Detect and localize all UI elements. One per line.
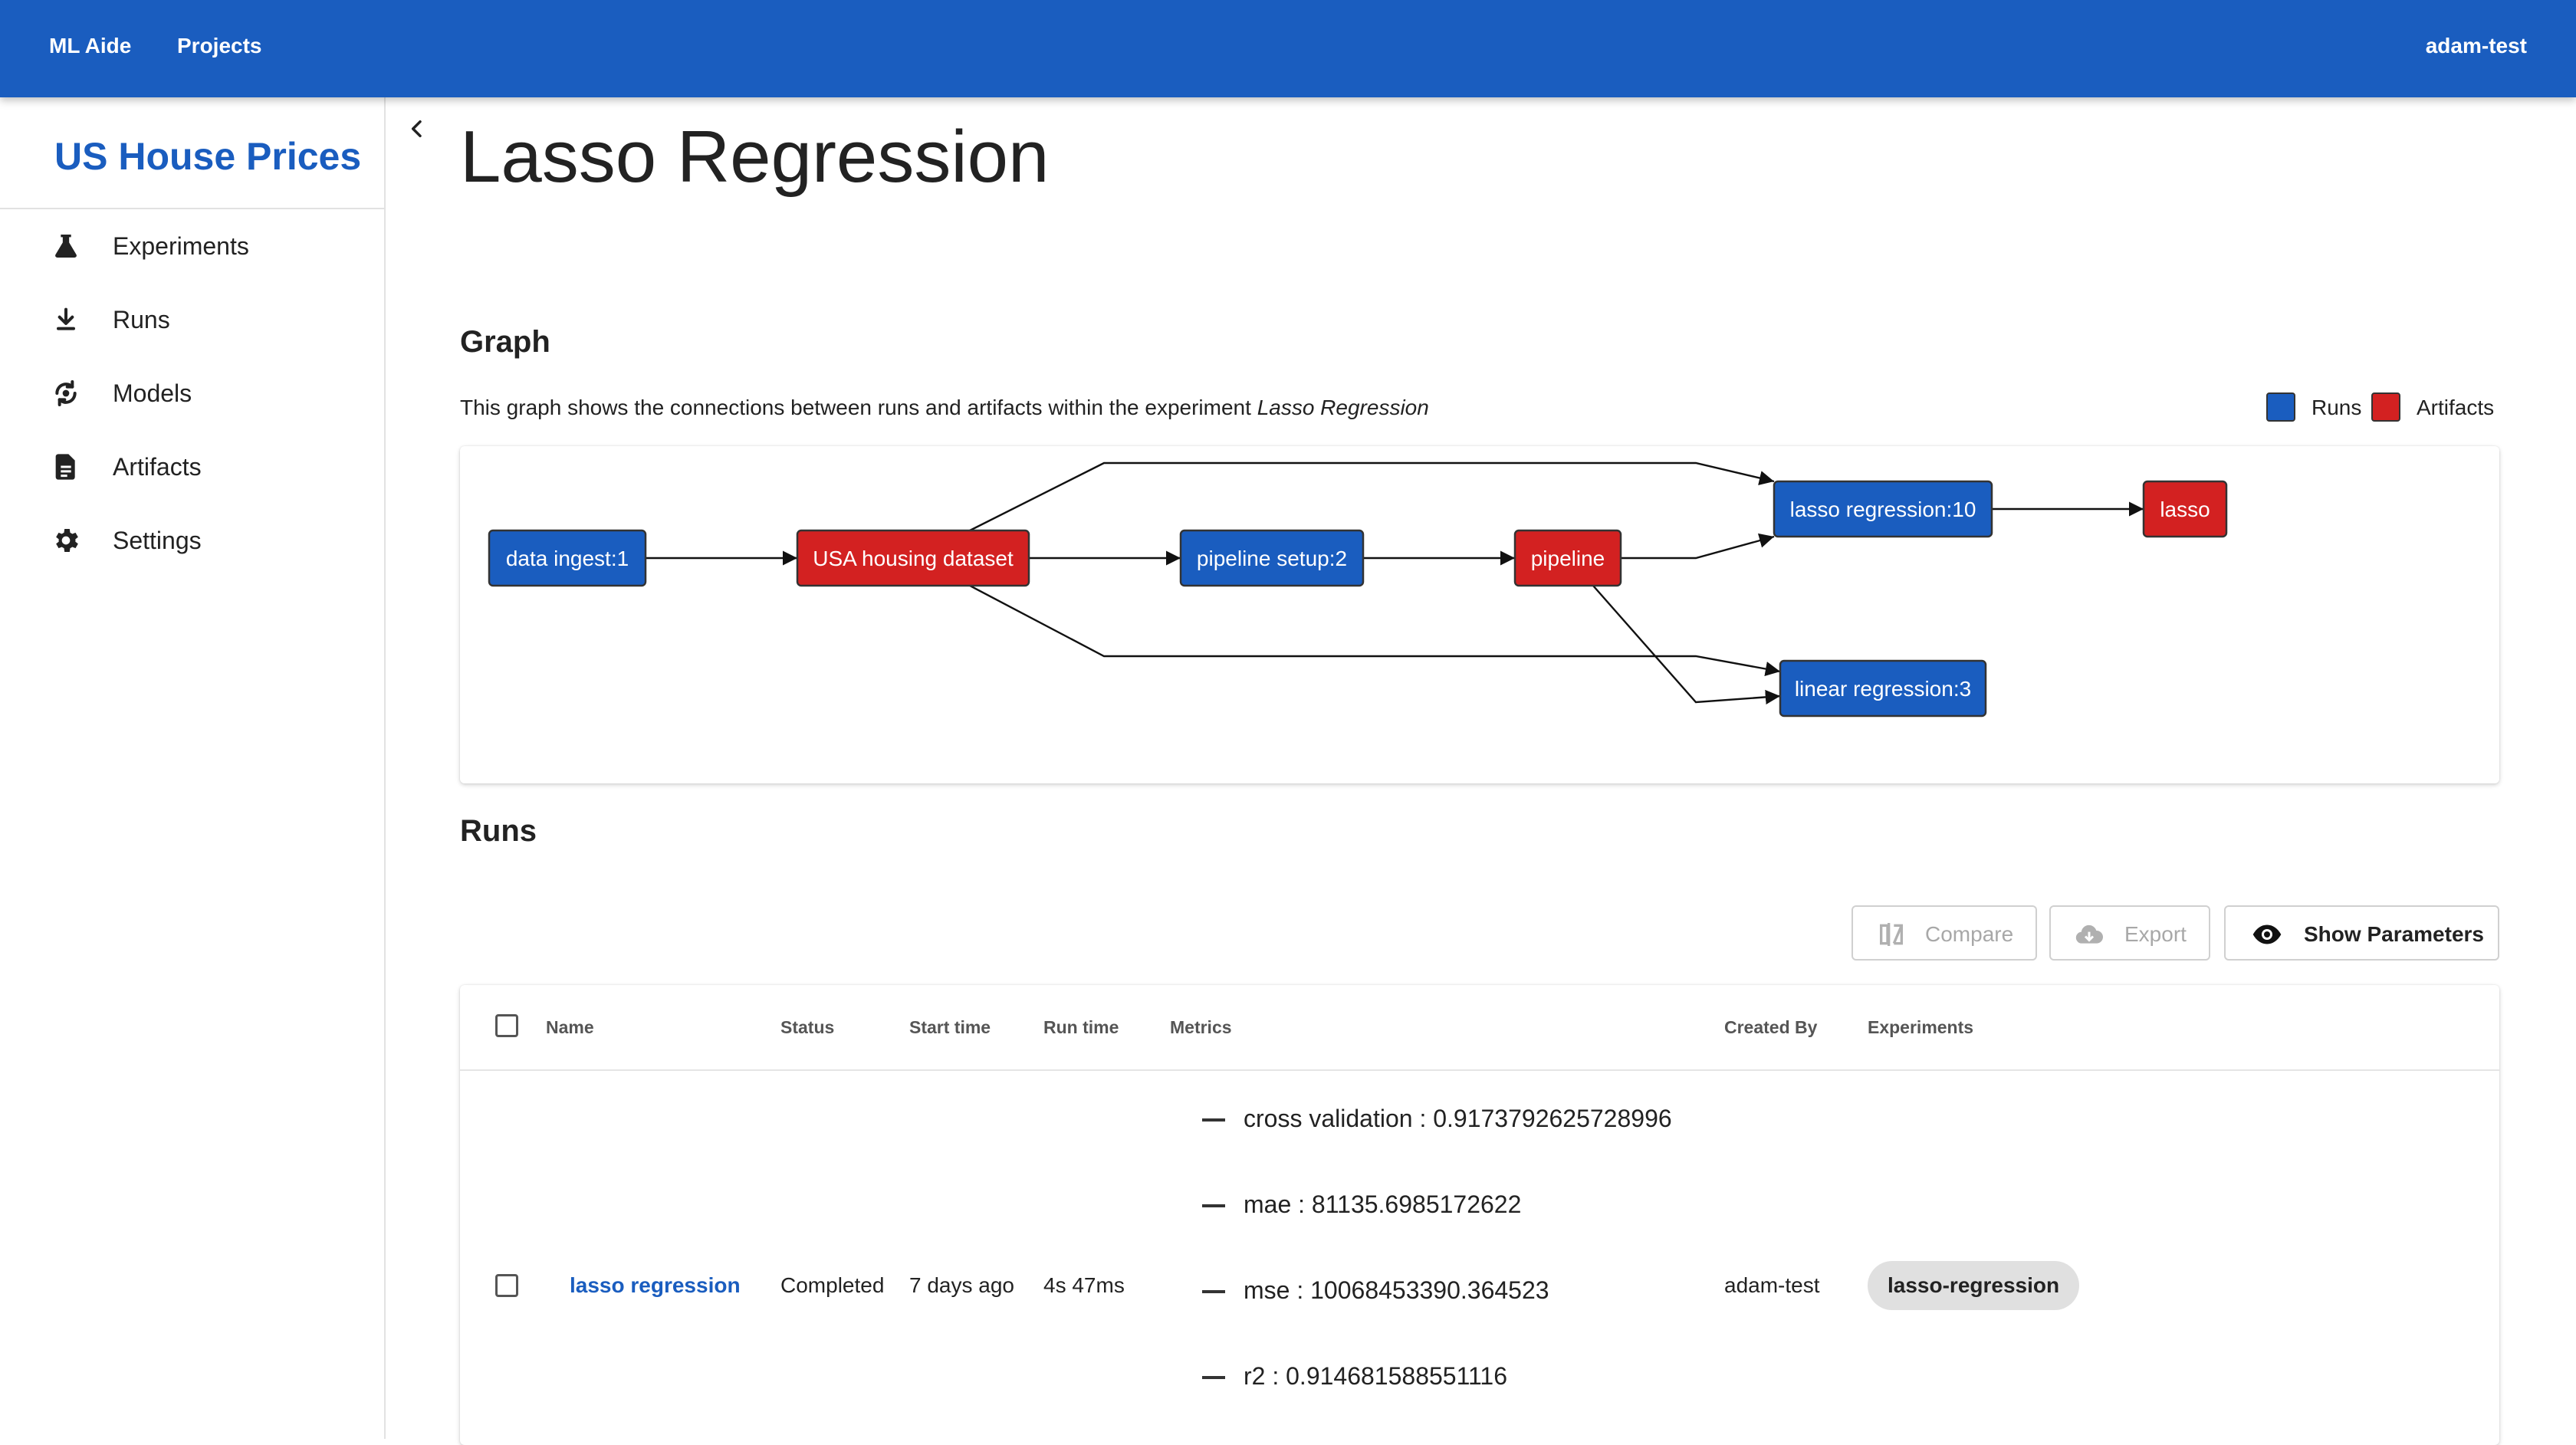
metric-bullet [1202,1204,1225,1207]
metric-bullet [1202,1376,1225,1379]
graph-node-label: lasso regression:10 [1790,498,1976,521]
user-menu[interactable]: adam-test [2426,34,2527,58]
column-header-run-time[interactable]: Run time [1043,1017,1119,1038]
sidebar-item-runs[interactable]: Runs [0,283,386,356]
lineage-graph: data ingest:1 USA housing dataset pipeline… [488,461,2228,718]
graph-node-run[interactable]: data ingest:1 [488,529,647,587]
graph-node-run[interactable]: pipeline setup:2 [1179,529,1365,587]
graph-node-artifact[interactable]: lasso [2142,480,2228,538]
sidebar-item-models[interactable]: Models [0,356,386,430]
graph-node-label: data ingest:1 [506,547,629,570]
compare-icon [1880,923,1903,946]
projects-link[interactable]: Projects [177,34,262,58]
graph-node-run[interactable]: linear regression:3 [1779,659,1987,718]
graph-edge [1621,533,1775,560]
row-select-checkbox[interactable] [495,1274,518,1297]
graph-node-run[interactable]: lasso regression:10 [1773,480,1993,538]
sidebar-item-label: Settings [113,527,202,554]
column-header-status[interactable]: Status [780,1017,834,1038]
sidebar: US House Prices Experiments Runs Models … [0,97,386,1439]
sidebar-item-artifacts[interactable]: Artifacts [0,430,386,504]
graph-node-label: pipeline [1531,547,1605,570]
graph-node-label: lasso [2160,498,2210,521]
model-cycle-icon [55,380,77,406]
metric-text: cross validation : 0.9173792625728996 [1244,1105,1672,1132]
column-header-metrics: Metrics [1170,1017,1232,1037]
top-app-bar: ML Aide Projects adam-test [0,0,2576,97]
graph-description-experiment: Lasso Regression [1257,396,1429,419]
graph-node-label: pipeline setup:2 [1197,547,1347,570]
select-all-checkbox[interactable] [495,1014,518,1037]
page-title: Lasso Regression [460,116,1050,198]
metric-text: mse : 10068453390.364523 [1244,1276,1549,1304]
sidebar-item-settings[interactable]: Settings [0,504,386,577]
graph-description-text: This graph shows the connections between… [460,396,1257,419]
cloud-download-icon [2075,924,2104,944]
metric-bullet [1202,1118,1225,1122]
table-header-row: Name Status Start time Run time Metrics … [460,985,2499,1071]
graph-edge [969,461,1775,532]
column-header-experiments: Experiments [1868,1017,1974,1037]
metric-text: r2 : 0.914681588551116 [1244,1362,1508,1390]
run-duration: 4s 47ms [1043,1273,1125,1297]
app-brand-link[interactable]: ML Aide [49,34,131,58]
run-start-time: 7 days ago [909,1273,1014,1297]
sidebar-item-label: Runs [113,306,170,333]
show-parameters-button[interactable]: Show Parameters [2224,905,2499,961]
show-parameters-label: Show Parameters [2304,922,2484,946]
sidebar-item-label: Models [113,379,192,407]
export-label: Export [2124,922,2187,946]
graph-node-label: USA housing dataset [813,547,1014,570]
sidebar-item-label: Experiments [113,232,249,260]
column-header-start-time[interactable]: Start time [909,1017,991,1038]
column-header-name[interactable]: Name [546,1017,594,1038]
project-title: US House Prices [54,135,362,178]
metric-bullet [1202,1290,1225,1293]
sidebar-item-label: Artifacts [113,453,202,481]
experiment-chip[interactable]: lasso-regression [1868,1261,2080,1310]
legend-runs-swatch [2266,392,2295,422]
sidebar-item-experiments[interactable]: Experiments [0,209,386,283]
graph-node-artifact[interactable]: pipeline [1513,529,1622,587]
eye-icon [2252,924,2282,944]
graph-heading: Graph [460,325,550,359]
graph-legend: Runs Artifacts [2266,392,2499,423]
graph-canvas: data ingest:1 USA housing dataset pipeline… [460,446,2499,783]
gear-icon [56,529,78,552]
run-name-link[interactable]: lasso regression [570,1273,741,1298]
legend-artifacts-swatch [2371,392,2400,422]
metric-text: mae : 81135.6985172622 [1244,1190,1522,1218]
runs-table: Name Status Start time Run time Metrics … [460,985,2499,1445]
graph-edge [1592,585,1781,704]
legend-runs-label: Runs [2312,396,2362,419]
chevron-left-icon[interactable] [405,115,429,143]
export-button[interactable]: Export [2049,905,2210,961]
graph-node-artifact[interactable]: USA housing dataset [796,529,1030,587]
graph-node-label: linear regression:3 [1795,677,1971,701]
column-header-created-by[interactable]: Created By [1724,1017,1817,1038]
flask-icon [55,235,77,258]
run-created-by: adam-test [1724,1273,1820,1297]
graph-description: This graph shows the connections between… [460,396,1429,420]
download-arrow-icon [57,307,75,330]
compare-button[interactable]: Compare [1852,905,2037,961]
run-status: Completed [780,1273,885,1297]
runs-heading: Runs [460,814,537,848]
compare-label: Compare [1925,922,2014,946]
document-icon [55,454,75,480]
legend-artifacts-label: Artifacts [2417,396,2495,419]
